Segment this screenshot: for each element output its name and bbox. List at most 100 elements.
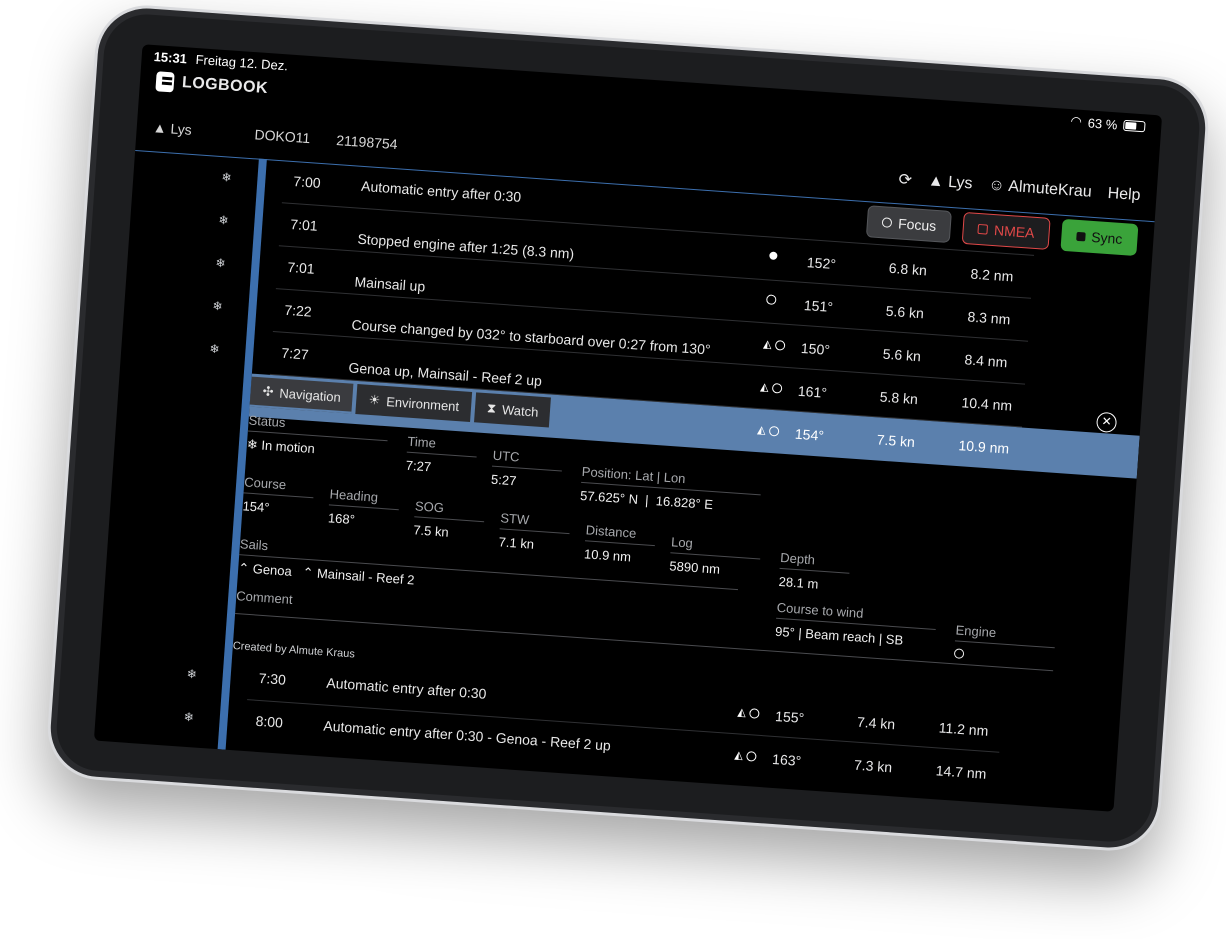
depth-label: Depth bbox=[779, 549, 851, 574]
time-field[interactable]: Time 7:27 bbox=[405, 433, 478, 478]
status-text: In motion bbox=[260, 437, 316, 457]
entry-speed: 7.4 kn bbox=[856, 713, 896, 733]
entry-course: 161° bbox=[797, 382, 828, 401]
tab-navigation-label: Navigation bbox=[279, 385, 342, 405]
sog-field[interactable]: SOG 7.5 kn bbox=[413, 498, 486, 542]
app-brand[interactable]: LOGBOOK bbox=[155, 71, 269, 99]
nav-boat[interactable]: ▲ Lys bbox=[927, 172, 973, 193]
engine-off-icon bbox=[775, 339, 786, 351]
engine-off-icon bbox=[746, 750, 758, 762]
hourglass-icon: ⧗ bbox=[486, 400, 497, 416]
logbook-logo-icon bbox=[155, 71, 175, 93]
boat-name: Lys bbox=[169, 120, 193, 138]
nav-user-label: AlmuteKrau bbox=[1007, 177, 1093, 201]
entry-time: 7:01 bbox=[289, 215, 319, 234]
course-label: Course bbox=[243, 474, 315, 499]
refresh-icon[interactable]: ⟳ bbox=[898, 169, 913, 190]
sog-label: SOG bbox=[414, 498, 486, 523]
sail-status-icons: ◭ bbox=[737, 705, 761, 720]
sail-status-icons: ◭ bbox=[763, 337, 786, 352]
sail-icon: ◭ bbox=[756, 424, 767, 437]
entry-speed: 5.8 kn bbox=[879, 388, 919, 408]
nav-user[interactable]: ☺ AlmuteKrau bbox=[988, 177, 1093, 202]
entry-speed: 7.5 kn bbox=[876, 431, 916, 451]
sail-status-icons: ◭ bbox=[757, 423, 780, 438]
utc-label: UTC bbox=[491, 447, 564, 472]
helm-icon: ❄ bbox=[211, 298, 224, 314]
entry-distance: 10.4 nm bbox=[961, 394, 1013, 414]
mmsi: 21198754 bbox=[335, 131, 399, 153]
stw-label: STW bbox=[499, 510, 571, 535]
sail-icon: ◭ bbox=[762, 338, 773, 351]
tab-environment-label: Environment bbox=[385, 393, 460, 414]
status-right: ◠ 63 % bbox=[1070, 113, 1146, 134]
entry-distance: 8.2 nm bbox=[970, 265, 1014, 285]
entry-description: Mainsail up bbox=[353, 273, 426, 295]
position-field[interactable]: Position: Lat | Lon 57.625° N | 16.828° … bbox=[579, 463, 762, 515]
time-label: Time bbox=[406, 433, 478, 458]
entry-distance: 10.9 nm bbox=[958, 437, 1010, 457]
utc-field[interactable]: UTC 5:27 bbox=[490, 447, 564, 492]
engine-on-icon bbox=[769, 251, 778, 260]
nav-help[interactable]: Help bbox=[1107, 185, 1141, 205]
entry-time: 7:22 bbox=[283, 301, 313, 320]
entry-time: 7:00 bbox=[292, 173, 322, 191]
engine-off-icon bbox=[749, 707, 761, 719]
utc-value: 5:27 bbox=[490, 471, 517, 489]
entry-time: 8:00 bbox=[255, 712, 284, 731]
helm-icon: ❄ bbox=[246, 436, 259, 453]
callsign: DOKO11 bbox=[254, 126, 311, 147]
sog-value: 7.5 kn bbox=[412, 522, 450, 540]
boat-selector[interactable]: ▲ Lys bbox=[152, 119, 192, 138]
chevron-up-icon: ⌃ bbox=[302, 564, 314, 581]
battery-icon bbox=[1122, 119, 1146, 132]
heading-field[interactable]: Heading 168° bbox=[327, 486, 401, 530]
tab-watch[interactable]: ⧗ Watch bbox=[474, 392, 552, 428]
helm-icon: ❄ bbox=[208, 341, 221, 357]
distance-field[interactable]: Distance 10.9 nm bbox=[584, 522, 657, 566]
sail-status-icons: ◭ bbox=[760, 380, 783, 395]
heading-value: 168° bbox=[327, 510, 356, 528]
engine-status-icons bbox=[769, 251, 778, 260]
entry-speed: 6.8 kn bbox=[888, 259, 928, 279]
sail-icon: ◭ bbox=[734, 749, 744, 762]
top-nav: ⟳ ▲ Lys ☺ AlmuteKrau Help bbox=[898, 169, 1141, 206]
course-value: 154° bbox=[242, 498, 270, 516]
engine-off-icon bbox=[765, 294, 777, 306]
wifi-icon: ◠ bbox=[1070, 113, 1083, 129]
nav-boat-label: Lys bbox=[947, 173, 974, 193]
tab-watch-label: Watch bbox=[501, 401, 539, 420]
entry-time: 7:01 bbox=[286, 258, 316, 277]
tablet-device: 15:31 Freitag 12. Dez. ◠ 63 % LOGBOOK ▲ … bbox=[44, 2, 1212, 854]
entry-description: Automatic entry after 0:30 - Genoa - Ree… bbox=[322, 717, 612, 754]
sail-status-icons: ◭ bbox=[734, 748, 758, 763]
entry-time: 7:30 bbox=[258, 669, 287, 688]
stw-field[interactable]: STW 7.1 kn bbox=[498, 510, 571, 554]
log-label: Log bbox=[670, 534, 762, 560]
engine-off-icon bbox=[769, 425, 780, 437]
sail-mainsail: Mainsail - Reef 2 bbox=[316, 565, 415, 588]
latitude: 57.625° N bbox=[579, 487, 639, 507]
entry-description: Automatic entry after 0:30 bbox=[360, 177, 522, 205]
course-field[interactable]: Course 154° bbox=[242, 474, 315, 518]
entry-distance: 11.2 nm bbox=[938, 719, 989, 739]
entry-time: 7:27 bbox=[280, 344, 310, 363]
helm-icon: ❄ bbox=[220, 170, 233, 185]
depth-field[interactable]: Depth 28.1 m bbox=[778, 549, 851, 594]
entry-speed: 5.6 kn bbox=[885, 302, 925, 322]
status-value: ❄ In motion bbox=[246, 436, 387, 462]
sail-icon: ◭ bbox=[737, 706, 747, 719]
entry-distance: 8.4 nm bbox=[964, 351, 1008, 371]
entry-course: 152° bbox=[806, 254, 837, 273]
engine-off-icon bbox=[772, 382, 783, 394]
status-date: Freitag 12. Dez. bbox=[195, 51, 289, 74]
sun-icon: ☀ bbox=[368, 391, 381, 408]
helm-icon: ❄ bbox=[186, 666, 198, 682]
entry-course: 155° bbox=[774, 707, 805, 726]
compass-icon: ✣ bbox=[262, 383, 275, 400]
stw-value: 7.1 kn bbox=[498, 534, 535, 552]
helm-icon: ❄ bbox=[217, 212, 230, 228]
time-value: 7:27 bbox=[405, 457, 432, 475]
chevron-up-icon: ⌃ bbox=[237, 560, 250, 576]
entry-speed: 7.3 kn bbox=[853, 756, 893, 776]
